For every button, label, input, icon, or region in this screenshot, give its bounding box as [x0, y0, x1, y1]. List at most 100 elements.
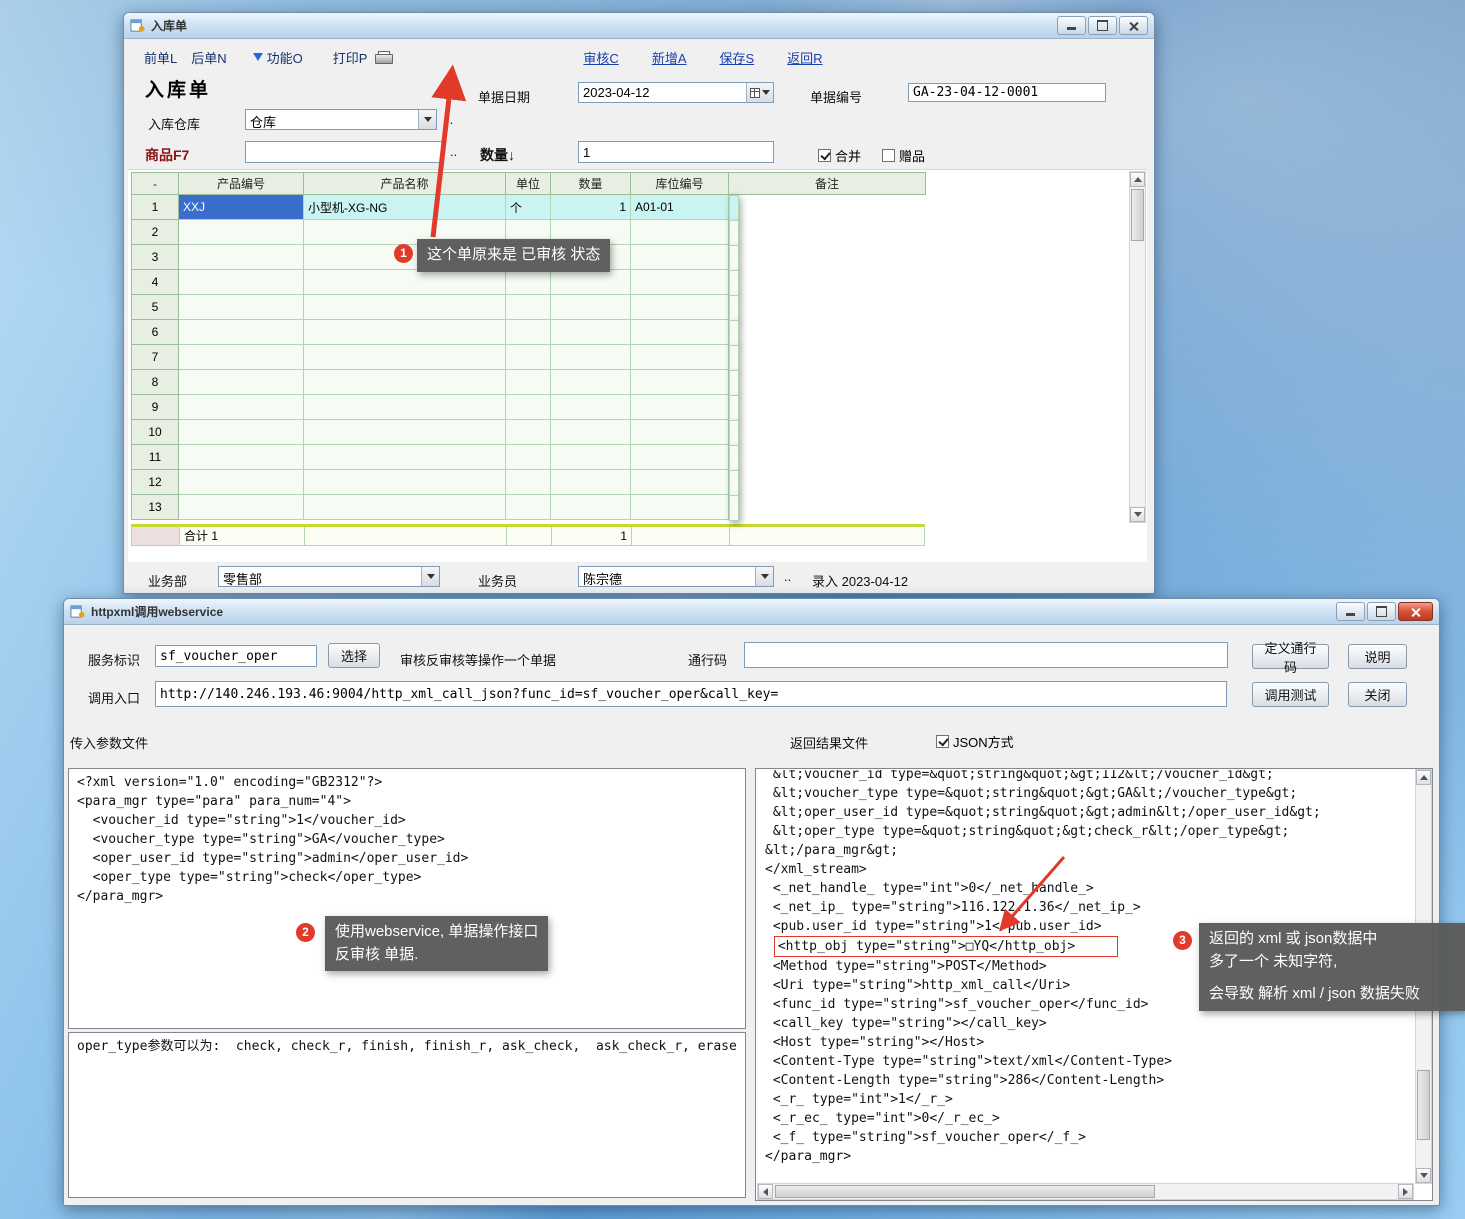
next-doc-button[interactable]: 后单N [191, 48, 226, 67]
grid-cell[interactable] [179, 245, 304, 270]
grid-cell[interactable] [551, 420, 631, 445]
grid-cell[interactable] [729, 420, 739, 446]
grid-cell[interactable] [729, 295, 739, 321]
grid-cell[interactable]: 5 [132, 295, 179, 320]
qty-input[interactable] [578, 141, 774, 163]
grid-cell[interactable] [304, 345, 506, 370]
warehouse-combo[interactable]: 仓库 [245, 109, 437, 130]
grid-cell[interactable] [729, 395, 739, 421]
grid-cell[interactable]: 1 [132, 195, 179, 220]
grid-cell[interactable] [179, 370, 304, 395]
grid-cell[interactable] [631, 345, 729, 370]
scroll-down-arrow[interactable] [1416, 1168, 1431, 1183]
grid-cell[interactable] [179, 220, 304, 245]
grid-cell[interactable] [729, 370, 739, 396]
grid-cell[interactable] [551, 470, 631, 495]
service-id-input[interactable] [155, 645, 317, 667]
date-picker-arrow[interactable] [746, 83, 773, 102]
grid-cell[interactable] [631, 420, 729, 445]
product-more-button[interactable]: .. [450, 144, 457, 159]
dept-combo[interactable]: 零售部 [218, 566, 440, 587]
grid-cell[interactable] [506, 270, 551, 295]
grid-cell[interactable] [179, 320, 304, 345]
explain-button[interactable]: 说明 [1348, 644, 1407, 669]
grid-cell[interactable] [506, 420, 551, 445]
scroll-left-arrow[interactable] [758, 1184, 773, 1199]
grid-cell[interactable] [631, 395, 729, 420]
entry-url-input[interactable] [155, 681, 1227, 707]
win2-titlebar[interactable]: httpxml调用webservice [64, 599, 1439, 625]
grid-cell[interactable] [631, 470, 729, 495]
close-window-button[interactable]: 关闭 [1348, 682, 1407, 707]
grid-cell[interactable] [179, 420, 304, 445]
grid-cell[interactable] [729, 470, 739, 496]
grid-cell[interactable] [506, 495, 551, 520]
grid-cell[interactable] [631, 320, 729, 345]
grid-cell[interactable] [729, 445, 739, 471]
grid-header-loc[interactable]: 库位编号 [631, 173, 729, 195]
grid-header-note[interactable]: 备注 [729, 173, 926, 195]
merge-checkbox-box[interactable] [818, 149, 831, 162]
grid-cell[interactable] [631, 270, 729, 295]
scroll-right-arrow[interactable] [1398, 1184, 1413, 1199]
json-mode-checkbox-box[interactable] [936, 735, 949, 748]
date-picker[interactable]: 2023-04-12 [578, 82, 774, 103]
grid-cell[interactable] [304, 320, 506, 345]
grid-cell[interactable] [506, 395, 551, 420]
win1-titlebar[interactable]: 入库单 [124, 13, 1154, 39]
scroll-thumb[interactable] [775, 1185, 1155, 1198]
grid-cell[interactable] [179, 445, 304, 470]
docno-input[interactable] [908, 83, 1106, 102]
passcode-input[interactable] [744, 642, 1228, 668]
grid-cell[interactable] [179, 495, 304, 520]
agent-combo-arrow[interactable] [755, 567, 773, 586]
grid-cell[interactable] [179, 270, 304, 295]
save-button[interactable]: 保存S [719, 48, 754, 67]
grid-cell[interactable] [304, 395, 506, 420]
grid-cell[interactable] [631, 245, 729, 270]
win1-minimize-button[interactable] [1057, 16, 1086, 35]
grid-cell[interactable] [179, 295, 304, 320]
grid-cell[interactable] [304, 495, 506, 520]
grid-cell[interactable] [729, 270, 739, 296]
win2-close-button[interactable] [1398, 602, 1433, 621]
scroll-up-arrow[interactable] [1416, 770, 1431, 785]
merge-checkbox[interactable]: 合并 [818, 146, 861, 165]
grid-cell[interactable] [729, 245, 739, 271]
win2-minimize-button[interactable] [1336, 602, 1365, 621]
dept-combo-arrow[interactable] [421, 567, 439, 586]
gift-checkbox[interactable]: 赠品 [882, 146, 925, 165]
functions-button[interactable]: 功能O [253, 48, 303, 67]
grid-cell[interactable]: 12 [132, 470, 179, 495]
grid-cell[interactable]: 9 [132, 395, 179, 420]
prev-doc-button[interactable]: 前单L [144, 48, 177, 67]
print-button[interactable]: 打印P [333, 48, 368, 67]
grid-cell[interactable]: 1 [551, 195, 631, 220]
response-hscrollbar[interactable] [757, 1183, 1414, 1200]
grid-cell[interactable] [179, 345, 304, 370]
grid-cell[interactable] [729, 320, 739, 346]
agent-more-button[interactable]: .. [784, 569, 791, 584]
grid-cell[interactable] [631, 445, 729, 470]
gift-checkbox-box[interactable] [882, 149, 895, 162]
win2-maximize-button[interactable] [1367, 602, 1396, 621]
grid-cell[interactable] [551, 295, 631, 320]
grid-cell[interactable] [304, 420, 506, 445]
grid-cell[interactable] [631, 495, 729, 520]
add-button[interactable]: 新增A [652, 48, 687, 67]
scroll-thumb[interactable] [1131, 189, 1144, 241]
request-xml-panel[interactable]: <?xml version="1.0" encoding="GB2312"?> … [68, 768, 746, 1029]
grid-cell[interactable] [506, 470, 551, 495]
grid-cell[interactable] [179, 470, 304, 495]
grid-cell[interactable] [631, 295, 729, 320]
json-mode-checkbox[interactable]: JSON方式 [936, 732, 1014, 751]
grid-cell[interactable]: 11 [132, 445, 179, 470]
grid-cell[interactable]: 3 [132, 245, 179, 270]
grid-cell[interactable] [506, 445, 551, 470]
grid-cell[interactable]: 2 [132, 220, 179, 245]
grid-cell[interactable]: A01-01 [631, 195, 729, 220]
grid-cell[interactable] [551, 320, 631, 345]
grid-cell[interactable]: 7 [132, 345, 179, 370]
grid-cell[interactable]: 6 [132, 320, 179, 345]
grid-cell[interactable] [551, 445, 631, 470]
